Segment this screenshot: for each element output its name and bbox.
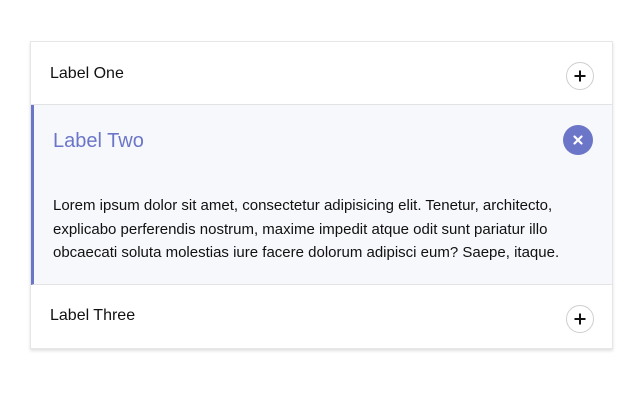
accordion-header-two[interactable]: Label Two: [34, 105, 612, 175]
expand-button[interactable]: [566, 62, 594, 90]
accordion-item-one: Label One: [31, 42, 612, 105]
accordion-header-three[interactable]: Label Three: [31, 285, 612, 348]
plus-icon: [574, 70, 586, 82]
collapse-button[interactable]: [563, 125, 593, 155]
expand-button[interactable]: [566, 305, 594, 333]
accordion-label: Label One: [50, 65, 124, 82]
accordion-item-three: Label Three: [31, 285, 612, 348]
accordion-header-one[interactable]: Label One: [31, 42, 612, 104]
accordion-label: Label Two: [53, 130, 144, 152]
accordion-content: Lorem ipsum dolor sit amet, consectetur …: [53, 197, 560, 261]
accordion-item-two: Label Two Lorem ipsum dolor sit amet, co…: [31, 105, 612, 285]
plus-icon: [574, 313, 586, 325]
close-icon: [573, 135, 583, 145]
accordion-label: Label Three: [50, 307, 136, 324]
accordion: Label One Label Two Lorem ipsum dolor si…: [30, 41, 613, 349]
